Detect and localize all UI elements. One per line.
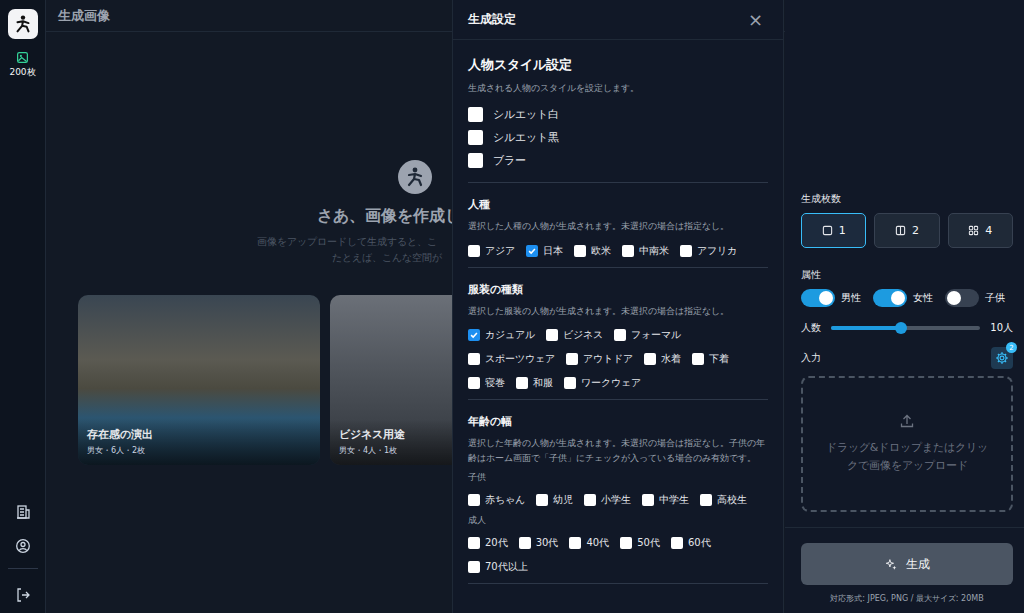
option-checkbox[interactable]: 小学生 (584, 492, 631, 508)
option-checkbox[interactable]: アジア (468, 243, 515, 259)
building-icon[interactable] (15, 504, 31, 520)
option-checkbox[interactable]: アウトドア (566, 351, 633, 367)
app: 200枚生成画像さあ、画像を作成し画像をアップロードして生成すると、こたとえば、… (0, 0, 1024, 613)
section-description: 生成される人物のスタイルを設定します。 (468, 81, 768, 95)
people-label: 人数 (801, 321, 821, 335)
option-checkbox[interactable]: 下着 (692, 351, 729, 367)
option-checkbox[interactable]: 50代 (620, 535, 660, 551)
person-logo-icon (12, 13, 34, 35)
grid-icon (968, 225, 979, 236)
input-label: 入力 (801, 351, 821, 365)
people-slider-row: 人数 10人 (801, 321, 1013, 335)
check-icon (527, 246, 537, 256)
right-panel: 生成枚数124属性男性女性子供人数10人入力2ドラッグ&ドロップまたはクリックで… (785, 0, 1024, 613)
filter-section: 服装の種類選択した服装の人物が生成されます。未選択の場合は指定なし。カジュアルビ… (468, 268, 768, 400)
people-slider[interactable] (831, 326, 980, 330)
section-description: 選択した人種の人物が生成されます。未選択の場合は指定なし。 (468, 219, 768, 233)
group-label: 成人 (468, 514, 768, 527)
attributes-label: 属性 (801, 268, 1013, 282)
option-checkbox[interactable]: 赤ちゃん (468, 492, 525, 508)
option-checkbox[interactable]: 40代 (569, 535, 609, 551)
option-checkbox[interactable]: 日本 (526, 243, 563, 259)
group-label: 子供 (468, 471, 768, 484)
page-title: 生成画像 (58, 7, 110, 25)
option-group: 子供赤ちゃん幼児小学生中学生高校生 (468, 471, 768, 508)
option-checkbox[interactable]: 中南米 (622, 243, 669, 259)
upload-dropzone[interactable]: ドラッグ&ドロップまたはクリックで画像をアップロード (801, 376, 1013, 512)
option-checkbox[interactable]: ワークウェア (564, 375, 641, 391)
count-button[interactable]: 1 (801, 213, 866, 248)
section-title: 人物スタイル設定 (468, 56, 768, 74)
example-card[interactable]: 存在感の演出男女・6人・2枚 (78, 295, 320, 465)
attribute-toggle[interactable]: 男性 (801, 289, 861, 307)
generate-button[interactable]: 生成 (801, 543, 1013, 585)
option-checkbox[interactable]: 和服 (516, 375, 553, 391)
option-group: 成人 20代 30代 40代 50代 60代 70代以上 (468, 514, 768, 575)
user-icon[interactable] (15, 538, 31, 554)
option-checkbox[interactable]: 20代 (468, 535, 508, 551)
logout-icon[interactable] (15, 587, 31, 603)
person-logo-icon (398, 160, 432, 194)
option-checkbox[interactable]: 欧米 (574, 243, 611, 259)
check-icon (469, 330, 479, 340)
settings-badge: 2 (1006, 342, 1017, 353)
settings-button[interactable]: 2 (991, 347, 1013, 369)
sparkle-icon (885, 558, 898, 571)
settings-title: 生成設定 (468, 11, 516, 28)
option-checkbox[interactable]: フォーマル (614, 327, 681, 343)
option-checkbox[interactable]: アフリカ (680, 243, 737, 259)
gear-icon (995, 351, 1009, 365)
style-checkbox[interactable]: シルエット黒 (468, 130, 768, 145)
filter-section: 年齢の幅選択した年齢の人物が生成されます。未選択の場合は指定なし。子供の年齢はホ… (468, 400, 768, 584)
card-meta: 男女・6人・2枚 (87, 445, 311, 456)
option-checkbox[interactable]: 幼児 (536, 492, 573, 508)
option-checkbox[interactable]: 30代 (519, 535, 559, 551)
option-checkbox[interactable]: 水着 (644, 351, 681, 367)
settings-panel: 生成設定 × 人物スタイル設定生成される人物のスタイルを設定します。シルエット白シル… (452, 0, 784, 613)
format-note: 対応形式: JPEG, PNG / 最大サイズ: 20MB (801, 593, 1013, 604)
upload-icon (899, 413, 915, 429)
attribute-toggle[interactable]: 女性 (873, 289, 933, 307)
logo[interactable] (8, 9, 38, 39)
single-icon (822, 225, 833, 236)
settings-header: 生成設定 × (453, 0, 783, 40)
count-button[interactable]: 4 (948, 213, 1013, 248)
option-checkbox[interactable]: カジュアル (468, 327, 535, 343)
section-title: 服装の種類 (468, 282, 768, 297)
option-checkbox[interactable]: 60代 (671, 535, 711, 551)
option-checkbox[interactable]: スポーツウェア (468, 351, 555, 367)
section-description: 選択した服装の人物が生成されます。未選択の場合は指定なし。 (468, 304, 768, 318)
card-title: 存在感の演出 (87, 427, 311, 442)
option-checkbox[interactable]: ビジネス (546, 327, 603, 343)
main-area: 生成画像さあ、画像を作成し画像をアップロードして生成すると、こたとえば、こんな空… (46, 0, 785, 613)
image-icon (16, 51, 29, 64)
option-checkbox[interactable]: 寝巻 (468, 375, 505, 391)
credits[interactable]: 200枚 (9, 51, 35, 79)
columns-icon (895, 225, 906, 236)
filter-section: 人種選択した人種の人物が生成されます。未選択の場合は指定なし。アジア日本欧米中南… (468, 183, 768, 267)
section-title: 年齢の幅 (468, 414, 768, 429)
count-selector: 124 (801, 213, 1013, 248)
option-checkbox[interactable]: 中学生 (642, 492, 689, 508)
style-checkbox[interactable]: シルエット白 (468, 107, 768, 122)
count-label: 生成枚数 (801, 192, 1013, 206)
style-checkbox[interactable]: ブラー (468, 153, 768, 168)
option-checkbox[interactable]: 高校生 (700, 492, 747, 508)
section-title: 人種 (468, 197, 768, 212)
count-button[interactable]: 2 (874, 213, 939, 248)
people-reading: 10人 (990, 321, 1013, 335)
option-checkbox[interactable]: 70代以上 (468, 559, 528, 575)
section-description: 選択した年齢の人物が生成されます。未選択の場合は指定なし。子供の年齢はホーム画面… (468, 436, 768, 465)
sidebar: 200枚 (0, 0, 46, 613)
attribute-toggle[interactable]: 子供 (945, 289, 1005, 307)
style-section: 人物スタイル設定生成される人物のスタイルを設定します。シルエット白シルエット黒ブ… (468, 40, 768, 183)
close-button[interactable]: × (748, 11, 763, 29)
